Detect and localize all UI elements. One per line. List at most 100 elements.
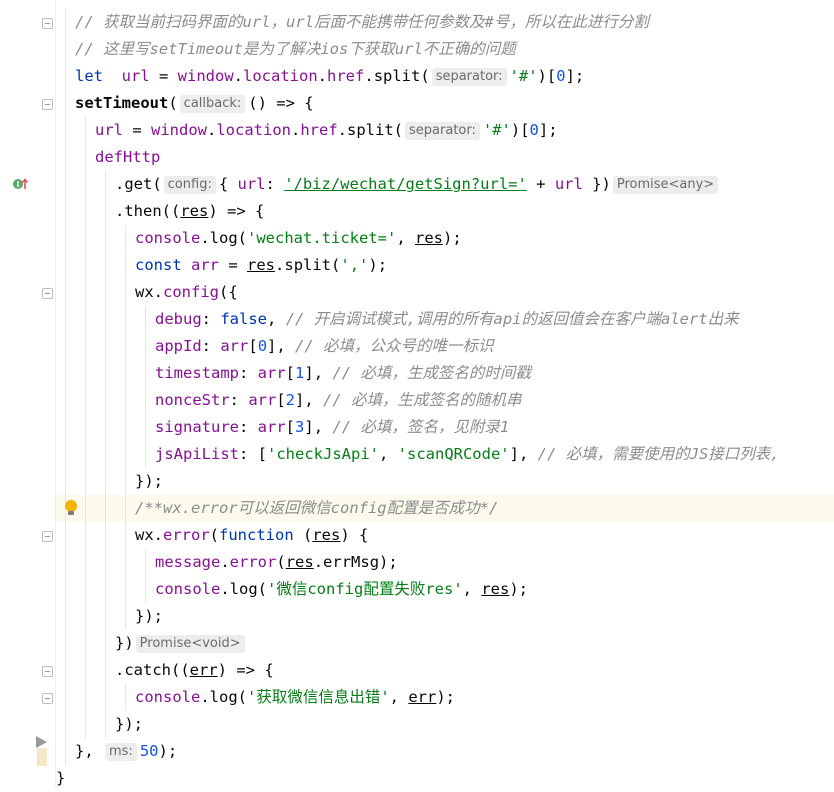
code-token: arr	[248, 391, 277, 409]
indent-guide	[85, 387, 86, 414]
indent-guide	[85, 630, 86, 657]
indent-guide	[65, 117, 66, 144]
code-line[interactable]: message.error(res.errMsg);	[56, 549, 834, 576]
code-text: /**wx.error可以返回微信config配置是否成功*/	[135, 495, 498, 522]
bookmark-icon[interactable]	[36, 736, 48, 770]
code-token: // 必填，生成签名的时间戳	[332, 364, 531, 382]
code-text: .then((res) => {	[115, 198, 264, 225]
code-line[interactable]: signature: arr[3], // 必填，签名，见附录1	[56, 414, 834, 441]
code-token: '获取微信信息出错'	[247, 688, 390, 706]
code-token: href	[300, 121, 338, 139]
indent-guide	[105, 711, 106, 738]
indent-guide	[125, 495, 126, 522]
code-line[interactable]: nonceStr: arr[2], // 必填，生成签名的随机串	[56, 387, 834, 414]
fold-toggle-icon[interactable]	[42, 531, 53, 542]
code-line[interactable]: });	[56, 468, 834, 495]
code-token: wx.	[135, 526, 163, 544]
code-line[interactable]: });	[56, 711, 834, 738]
code-line[interactable]: wx.config({	[56, 279, 834, 306]
fold-toggle-icon[interactable]	[42, 288, 53, 299]
code-line[interactable]: }	[56, 765, 834, 792]
code-text: const arr = res.split(',');	[135, 252, 387, 279]
code-line[interactable]: timestamp: arr[1], // 必填，生成签名的时间戳	[56, 360, 834, 387]
fold-toggle-icon[interactable]	[42, 18, 53, 29]
code-token: .	[200, 229, 210, 247]
code-token: location	[216, 121, 291, 139]
code-token: // 这里写setTimeout是为了解决ios下获取url不正确的问题	[75, 40, 516, 58]
indent-guide	[105, 198, 106, 225]
code-token: );	[158, 742, 178, 760]
code-line[interactable]: console.log('wechat.ticket=', res);	[56, 225, 834, 252]
code-line[interactable]: .then((res) => {	[56, 198, 834, 225]
code-token: ];	[565, 67, 585, 85]
code-line[interactable]: const arr = res.split(',');	[56, 252, 834, 279]
code-token: })	[115, 634, 134, 652]
code-token: ],	[509, 445, 538, 463]
code-line[interactable]: });	[56, 603, 834, 630]
indent-guide	[65, 90, 66, 117]
code-token: wx.	[135, 283, 163, 301]
code-token: .	[207, 121, 217, 139]
code-token: '微信config配置失败res'	[267, 580, 463, 598]
indent-guide	[125, 468, 126, 495]
indent-guide	[125, 414, 126, 441]
fold-toggle-icon[interactable]	[42, 99, 53, 110]
code-token: :	[239, 364, 258, 382]
code-line[interactable]: }, ms: 50);	[56, 738, 834, 765]
code-line[interactable]: console.log('获取微信信息出错', err);	[56, 684, 834, 711]
indent-guide	[65, 711, 66, 738]
code-line[interactable]: wx.error(function (res) {	[56, 522, 834, 549]
code-text: // 获取当前扫码界面的url，url后面不能携带任何参数及#号，所以在此进行分…	[75, 9, 649, 36]
indent-guide	[85, 576, 86, 603]
indent-guide	[145, 549, 146, 576]
code-line[interactable]: }) Promise<void>	[56, 630, 834, 657]
indent-guide	[145, 306, 146, 333]
indent-guide	[105, 360, 106, 387]
code-text: url = window.location.href.split(separat…	[95, 117, 558, 144]
fold-toggle-icon[interactable]	[42, 693, 53, 704]
code-token: console	[135, 688, 201, 706]
indent-guide	[125, 441, 126, 468]
code-line[interactable]: jsApiList: ['checkJsApi', 'scanQRCode'],…	[56, 441, 834, 468]
code-token: .	[233, 67, 244, 85]
code-line[interactable]: // 这里写setTimeout是为了解决ios下获取url不正确的问题	[56, 36, 834, 63]
code-line[interactable]: setTimeout(callback:() => {	[56, 90, 834, 117]
code-token: arr	[257, 364, 286, 382]
code-line[interactable]: .catch((err) => {	[56, 657, 834, 684]
lightbulb-icon[interactable]	[64, 499, 78, 521]
code-editor[interactable]: // 获取当前扫码界面的url，url后面不能携带任何参数及#号，所以在此进行分…	[56, 0, 834, 789]
code-token: 0	[257, 337, 268, 355]
indent-guide	[65, 414, 66, 441]
code-text: .get(config:{ url: '/biz/wechat/getSign?…	[115, 171, 721, 198]
indent-guide	[85, 711, 86, 738]
implementation-marker-icon[interactable]	[12, 177, 30, 195]
code-token: },	[75, 742, 103, 760]
code-token: res	[247, 256, 276, 274]
code-token: });	[135, 607, 163, 625]
code-line[interactable]: // 获取当前扫码界面的url，url后面不能携带任何参数及#号，所以在此进行分…	[56, 9, 834, 36]
code-token: arr	[220, 337, 249, 355]
indent-guide	[125, 549, 126, 576]
indent-guide	[125, 333, 126, 360]
indent-guide	[105, 441, 106, 468]
code-line[interactable]: appId: arr[0], // 必填，公众号的唯一标识	[56, 333, 834, 360]
code-line[interactable]: /**wx.error可以返回微信config配置是否成功*/	[56, 495, 834, 522]
code-token: setTimeout	[75, 94, 169, 112]
fold-toggle-icon[interactable]	[42, 666, 53, 677]
code-token: 3	[295, 418, 305, 436]
code-line[interactable]: debug: false, // 开启调试模式,调用的所有api的返回值会在客户…	[56, 306, 834, 333]
code-line[interactable]: .get(config:{ url: '/biz/wechat/getSign?…	[56, 171, 834, 198]
code-token: catch((	[124, 661, 190, 679]
code-token: .	[200, 688, 210, 706]
indent-guide	[65, 522, 66, 549]
code-line[interactable]: console.log('微信config配置失败res', res);	[56, 576, 834, 603]
code-token: });	[135, 472, 163, 490]
indent-guide	[65, 360, 66, 387]
indent-guide	[65, 225, 66, 252]
code-line[interactable]: url = window.location.href.split(separat…	[56, 117, 834, 144]
indent-guide	[105, 630, 106, 657]
code-token: })	[582, 175, 611, 193]
code-line[interactable]: defHttp	[56, 144, 834, 171]
code-token: .	[317, 67, 328, 85]
code-line[interactable]: let url = window.location.href.split(sep…	[56, 63, 834, 90]
